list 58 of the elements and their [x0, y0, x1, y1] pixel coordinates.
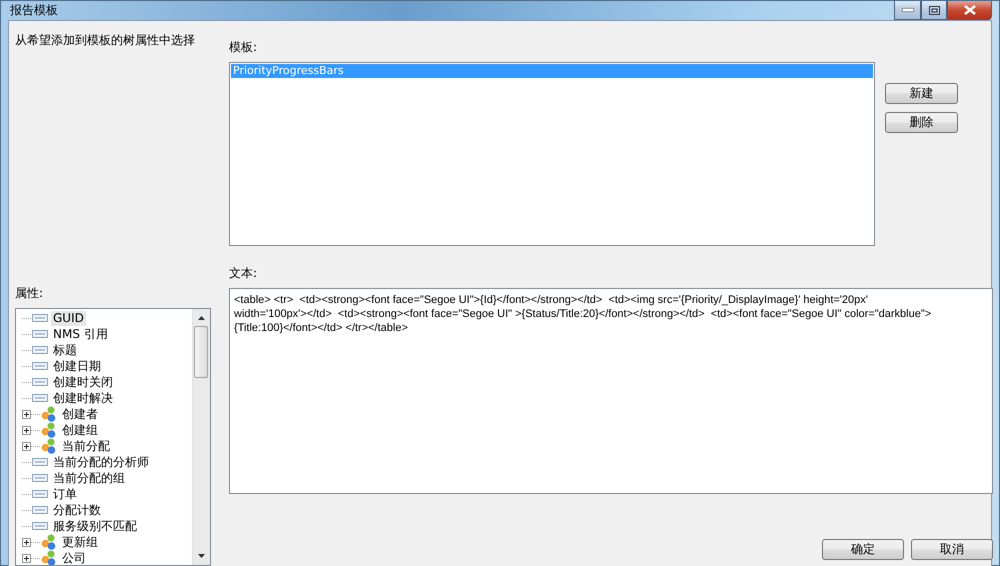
tree-item[interactable]: 创建组 [60, 422, 100, 438]
tree-item[interactable]: 服务级别不匹配 [51, 518, 139, 534]
window-title: 报告模板 [9, 2, 58, 19]
scrollbar[interactable] [192, 309, 210, 565]
tree-item[interactable]: 创建时关闭 [51, 374, 115, 390]
close-icon [964, 5, 976, 15]
text-label: 文本: [229, 265, 258, 282]
tree-item[interactable]: 创建时解决 [51, 390, 115, 406]
template-label: 模板: [229, 39, 258, 56]
cancel-button[interactable]: 取消 [911, 539, 993, 560]
group-icon [41, 406, 57, 422]
tree-item[interactable]: GUID [51, 310, 86, 326]
expand-icon[interactable] [22, 426, 31, 434]
field-icon [32, 314, 48, 322]
field-icon [32, 490, 48, 498]
template-code: <table> <tr> <td><strong><font face="Segoe UI">{Id}</font></strong></td> <td><img src='{Priority/_DisplayImage}' height='20px' width='100px'></td> <td><strong><font face="Segoe UI" >{Status/Title:20}</font></strong></td> <td><font face="Segoe UI" color="darkblue"> {Title:100}</font></td> </tr></table> [234, 293, 932, 335]
tree-item[interactable]: NMS 引用 [51, 326, 110, 342]
minimize-icon [902, 8, 914, 12]
maximize-button[interactable] [921, 1, 947, 20]
field-icon [32, 474, 48, 482]
group-icon [41, 438, 57, 454]
field-icon [32, 394, 48, 402]
tree-item[interactable]: 当前分配 [60, 438, 112, 454]
properties-label: 属性: [15, 285, 44, 302]
expand-icon[interactable] [22, 410, 31, 418]
new-button[interactable]: 新建 [885, 83, 958, 104]
tree-item[interactable]: 公司 [60, 550, 88, 565]
expand-icon[interactable] [22, 538, 31, 546]
field-icon [32, 346, 48, 354]
maximize-icon [928, 6, 940, 14]
expand-icon[interactable] [22, 554, 31, 562]
field-icon [32, 378, 48, 386]
tree-item[interactable]: 当前分配的分析师 [51, 454, 151, 470]
group-icon [41, 534, 57, 550]
ok-button[interactable]: 确定 [822, 539, 904, 560]
tree-item[interactable]: 标题 [51, 342, 79, 358]
field-icon [32, 362, 48, 370]
tree-item[interactable]: 创建日期 [51, 358, 103, 374]
close-button[interactable] [947, 1, 992, 20]
minimize-button[interactable] [894, 1, 921, 20]
scroll-down-icon [198, 554, 205, 558]
field-icon [32, 506, 48, 514]
scroll-up-icon [198, 316, 205, 320]
delete-button[interactable]: 删除 [885, 112, 958, 133]
field-icon [32, 458, 48, 466]
tree-item[interactable]: 创建者 [60, 406, 100, 422]
field-icon [32, 522, 48, 530]
tree-item[interactable]: 更新组 [60, 534, 100, 550]
expand-icon[interactable] [22, 442, 31, 450]
scroll-thumb[interactable] [194, 326, 208, 378]
tree-item[interactable]: 订单 [51, 486, 79, 502]
group-icon [41, 550, 57, 565]
group-icon [41, 422, 57, 438]
tree-item[interactable]: 分配计数 [51, 502, 103, 518]
field-icon [32, 330, 48, 338]
text-field[interactable] [229, 288, 993, 494]
instruction-text: 从希望添加到模板的树属性中选择 [15, 32, 196, 49]
tree-item[interactable]: 当前分配的组 [51, 470, 127, 486]
